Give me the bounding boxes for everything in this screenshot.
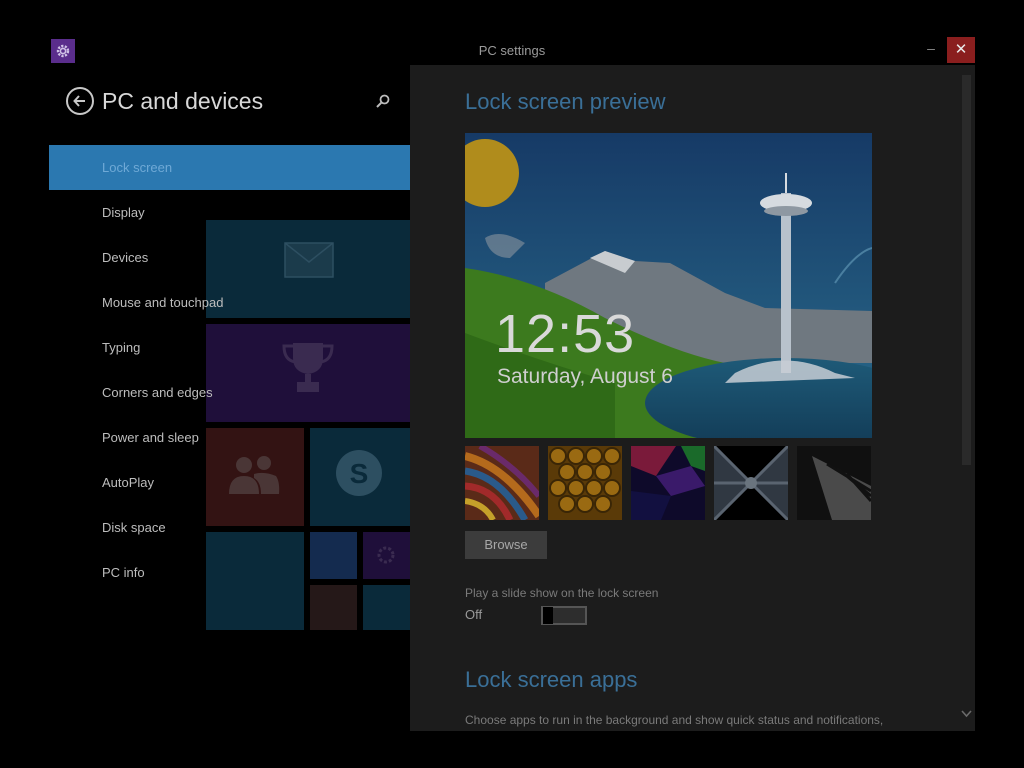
chevron-down-icon[interactable] (960, 707, 973, 721)
nav-item-typing[interactable]: Typing (49, 325, 410, 370)
scrollbar-thumb[interactable] (962, 75, 971, 465)
back-arrow-icon[interactable] (66, 87, 94, 115)
honeycomb-image (548, 446, 622, 520)
background-thumbnails (465, 446, 875, 520)
lock-screen-apps-description: Choose apps to run in the background and… (465, 713, 884, 727)
slideshow-toggle[interactable] (541, 606, 587, 625)
nav-item-autoplay[interactable]: AutoPlay (49, 460, 410, 505)
minimize-button[interactable]: – (917, 37, 945, 63)
title-bar[interactable]: PC settings – ✕ (49, 37, 975, 65)
settings-nav: Lock screen Display Devices Mouse and to… (49, 145, 410, 595)
pc-settings-window: PC settings – ✕ PC and devices S Lock sc… (49, 37, 975, 731)
browse-button[interactable]: Browse (465, 531, 547, 559)
nav-item-power-and-sleep[interactable]: Power and sleep (49, 415, 410, 460)
nav-item-mouse-and-touchpad[interactable]: Mouse and touchpad (49, 280, 410, 325)
thumbnail-color-blocks[interactable] (631, 446, 705, 520)
nav-item-corners-and-edges[interactable]: Corners and edges (49, 370, 410, 415)
thumbnail-rainbow-stripes[interactable] (465, 446, 539, 520)
preview-date: Saturday, August 6 (497, 365, 673, 388)
lock-screen-preview: 12:53 Saturday, August 6 (465, 133, 872, 438)
tunnel-image (714, 446, 788, 520)
preview-time: 12:53 (495, 304, 636, 364)
thumbnail-honeycomb[interactable] (548, 446, 622, 520)
lock-screen-preview-heading: Lock screen preview (465, 89, 666, 114)
nav-item-display[interactable]: Display (49, 190, 410, 235)
window-title: PC settings (478, 43, 546, 58)
lock-screen-apps-heading: Lock screen apps (465, 667, 638, 692)
page-title: PC and devices (102, 88, 264, 114)
nav-item-pc-info[interactable]: PC info (49, 550, 410, 595)
vertical-scrollbar[interactable] (958, 65, 975, 731)
slideshow-label: Play a slide show on the lock screen (465, 586, 659, 600)
content-pane: Lock screen preview 12:53 Saturday, Augu… (410, 65, 975, 731)
toggle-knob (543, 607, 553, 624)
nav-item-disk-space[interactable]: Disk space (49, 505, 410, 550)
lock-screen-image (465, 133, 872, 438)
color-blocks-image (631, 446, 705, 520)
nav-item-devices[interactable]: Devices (49, 235, 410, 280)
thumbnail-tunnel[interactable] (714, 446, 788, 520)
nav-item-lock-screen[interactable]: Lock screen (49, 145, 410, 190)
piano-keys-image (797, 446, 871, 520)
slideshow-state-label: Off (465, 607, 483, 622)
rainbow-stripes-image (465, 446, 539, 520)
left-pane: PC and devices S Lock screen Display Dev… (49, 65, 410, 731)
thumbnail-piano-keys[interactable] (797, 446, 871, 520)
close-button[interactable]: ✕ (947, 37, 975, 63)
search-icon[interactable] (375, 93, 391, 109)
